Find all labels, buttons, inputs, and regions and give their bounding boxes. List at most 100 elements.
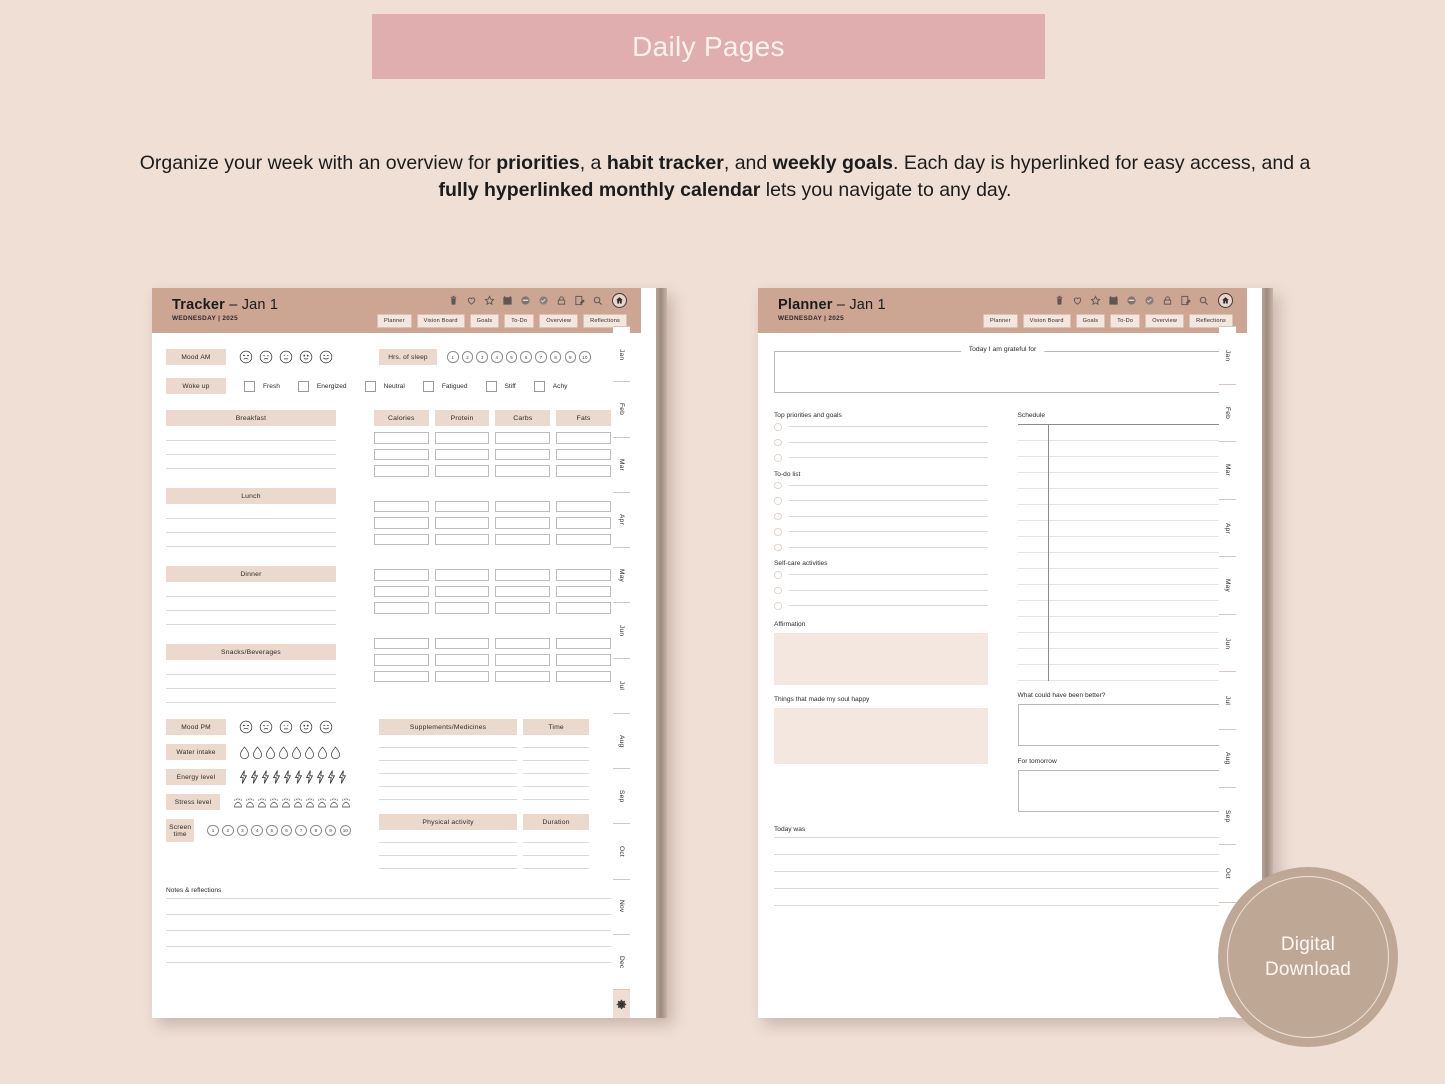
- search-icon[interactable]: [592, 295, 603, 306]
- water-drop-5-icon[interactable]: [291, 745, 302, 759]
- energy-bolt-5-icon[interactable]: [283, 770, 292, 784]
- schedule-row[interactable]: [1017, 585, 1231, 602]
- macro-input[interactable]: [495, 517, 551, 529]
- sleep-option-3[interactable]: 3: [476, 351, 488, 363]
- month-tab-nov[interactable]: Nov: [613, 879, 630, 935]
- checkbox-circle-icon[interactable]: [774, 602, 782, 610]
- macro-input[interactable]: [434, 465, 490, 477]
- macro-input[interactable]: [434, 517, 490, 529]
- nav-tab-overview[interactable]: Overview: [539, 314, 579, 328]
- calendar-icon[interactable]: [502, 295, 513, 306]
- macro-input[interactable]: [373, 500, 429, 512]
- month-tab-feb[interactable]: Feb: [613, 382, 630, 438]
- nav-tab-to-do[interactable]: To-Do: [504, 314, 535, 328]
- search-icon[interactable]: [1198, 295, 1209, 306]
- sleep-option-6[interactable]: 6: [520, 351, 532, 363]
- month-tab-feb[interactable]: Feb: [1219, 384, 1236, 443]
- macro-input[interactable]: [495, 637, 551, 649]
- month-tab-oct[interactable]: Oct: [1219, 845, 1236, 903]
- month-tab-apr[interactable]: Apr: [1219, 499, 1236, 558]
- screen-time-option-5[interactable]: 5: [266, 824, 278, 837]
- energy-bolt-7-icon[interactable]: [305, 770, 314, 784]
- schedule-row[interactable]: [1017, 569, 1231, 586]
- energy-bolt-4-icon[interactable]: [272, 770, 281, 784]
- supplement-row[interactable]: [379, 786, 589, 787]
- screen-time-option-2[interactable]: 2: [222, 824, 234, 837]
- schedule-row[interactable]: [1017, 441, 1231, 458]
- macro-input[interactable]: [434, 670, 490, 682]
- note-edit-icon[interactable]: [1180, 295, 1191, 306]
- nav-tab-planner[interactable]: Planner: [982, 314, 1018, 328]
- macro-input[interactable]: [373, 569, 429, 581]
- note-edit-icon[interactable]: [574, 295, 585, 306]
- sleep-option-8[interactable]: 8: [549, 351, 562, 363]
- energy-bolt-8-icon[interactable]: [316, 770, 325, 784]
- energy-bolt-3-icon[interactable]: [261, 770, 270, 784]
- tomorrow-field[interactable]: [1017, 770, 1231, 813]
- mood-pm-face-3-icon[interactable]: [279, 720, 293, 734]
- macro-input[interactable]: [556, 654, 612, 666]
- macro-input[interactable]: [495, 654, 551, 666]
- month-tab-may[interactable]: May: [1219, 557, 1236, 615]
- sleep-option-1[interactable]: 1: [447, 351, 459, 363]
- schedule-row[interactable]: [1017, 457, 1231, 474]
- macro-input[interactable]: [373, 465, 429, 477]
- month-tab-oct[interactable]: Oct: [613, 824, 630, 880]
- screen-time-option-1[interactable]: 1: [207, 824, 219, 837]
- trash-icon[interactable]: [1054, 295, 1065, 306]
- activity-row[interactable]: [379, 842, 589, 843]
- calendar-icon[interactable]: [1108, 295, 1119, 306]
- stress-face-7-icon[interactable]: [305, 796, 315, 809]
- soul-happy-field[interactable]: [774, 707, 988, 764]
- macro-input[interactable]: [373, 602, 429, 614]
- macro-input[interactable]: [556, 602, 612, 614]
- sticker-icon[interactable]: [1126, 295, 1137, 306]
- stress-face-1-icon[interactable]: [233, 796, 243, 809]
- better-field[interactable]: [1017, 704, 1231, 747]
- energy-bolt-10-icon[interactable]: [338, 770, 347, 784]
- sleep-option-5[interactable]: 5: [505, 351, 518, 363]
- mood-pm-face-4-icon[interactable]: [299, 720, 313, 734]
- macro-input[interactable]: [434, 432, 490, 444]
- water-drop-6-icon[interactable]: [304, 745, 315, 759]
- supplement-row[interactable]: [379, 799, 589, 800]
- macro-input[interactable]: [373, 670, 429, 682]
- sleep-option-9[interactable]: 9: [564, 351, 576, 363]
- macro-input[interactable]: [434, 448, 490, 460]
- mood-face-2-icon[interactable]: [259, 350, 273, 364]
- nav-tab-vision-board[interactable]: Vision Board: [416, 314, 465, 328]
- mood-face-1-icon[interactable]: [239, 350, 253, 364]
- screen-time-option-6[interactable]: 6: [280, 824, 293, 837]
- schedule-row[interactable]: [1017, 665, 1231, 682]
- stress-face-9-icon[interactable]: [329, 796, 339, 809]
- nav-tab-planner[interactable]: Planner: [376, 314, 412, 328]
- schedule-row[interactable]: [1017, 537, 1231, 554]
- month-tab-sep[interactable]: Sep: [1219, 787, 1236, 846]
- month-tab-may[interactable]: May: [613, 548, 630, 604]
- macro-input[interactable]: [373, 517, 429, 529]
- home-button[interactable]: [1218, 293, 1233, 308]
- macro-input[interactable]: [556, 533, 612, 545]
- mood-face-4-icon[interactable]: [299, 350, 313, 364]
- macro-input[interactable]: [495, 569, 551, 581]
- checkbox-circle-icon[interactable]: [774, 571, 782, 579]
- mood-pm-face-2-icon[interactable]: [259, 720, 273, 734]
- stress-face-4-icon[interactable]: [269, 796, 279, 809]
- woke-up-checkbox-5[interactable]: [485, 380, 497, 392]
- today-was-lines[interactable]: [774, 837, 1231, 907]
- woke-up-checkbox-1[interactable]: [244, 380, 255, 392]
- water-drop-1-icon[interactable]: [239, 745, 250, 759]
- macro-input[interactable]: [495, 533, 551, 545]
- activity-row[interactable]: [379, 868, 589, 869]
- schedule-row[interactable]: [1017, 649, 1231, 666]
- nav-tab-goals[interactable]: Goals: [469, 314, 500, 328]
- schedule-row[interactable]: [1017, 505, 1231, 522]
- month-tab-jun[interactable]: Jun: [1219, 614, 1236, 673]
- sleep-option-2[interactable]: 2: [461, 351, 474, 363]
- screen-time-option-9[interactable]: 9: [324, 824, 337, 837]
- checkbox-circle-icon[interactable]: [774, 543, 782, 551]
- schedule-row[interactable]: [1017, 601, 1231, 618]
- heart-icon[interactable]: [1072, 295, 1083, 306]
- priority-item[interactable]: [774, 423, 988, 431]
- macro-input[interactable]: [495, 585, 551, 597]
